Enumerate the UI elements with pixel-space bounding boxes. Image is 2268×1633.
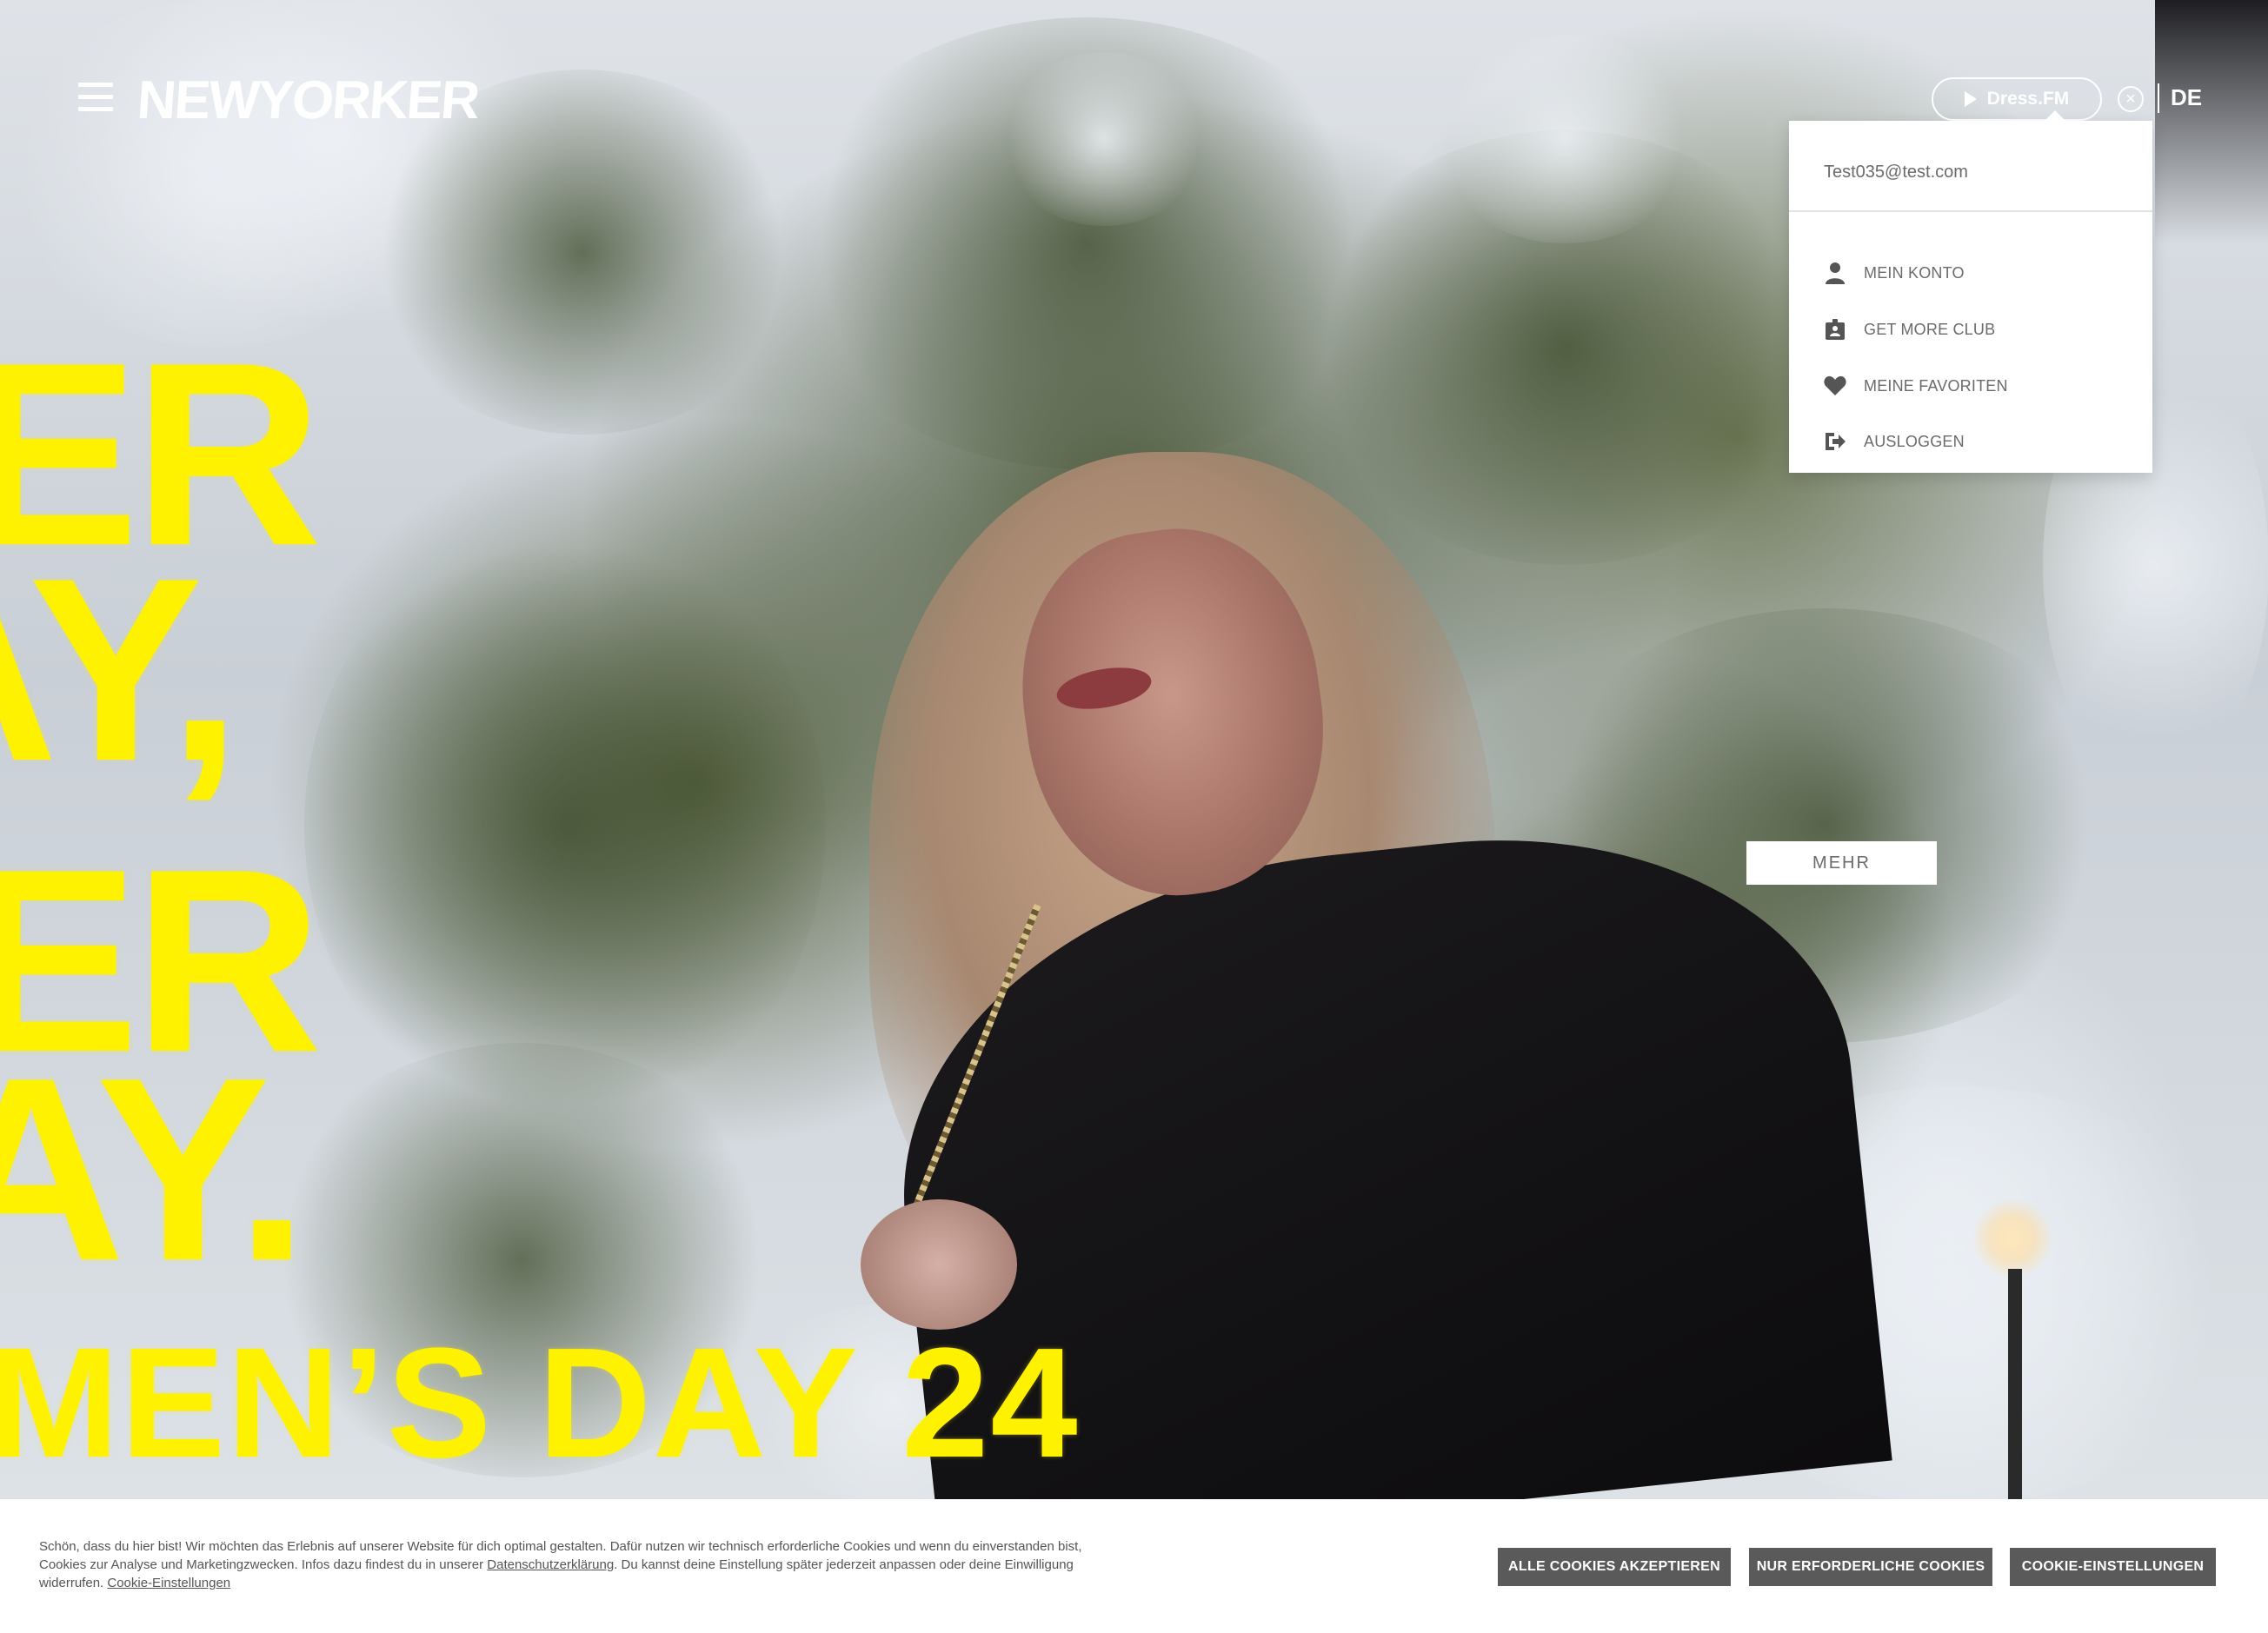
dropdown-caret: [2045, 110, 2065, 121]
street-lamp-light: [1973, 1199, 2052, 1278]
play-icon: [1964, 91, 1977, 107]
menu-item-label: GET MORE CLUB: [1864, 320, 1996, 338]
page: ER AY, ER /AY. OMEN’S DAY 24 NEWYORKER D…: [0, 0, 2268, 1633]
slogan-line-campaign: OMEN’S DAY 24: [0, 1316, 1080, 1490]
menu-item-label: MEINE FAVORITEN: [1864, 376, 2008, 395]
logout-icon: [1824, 430, 1846, 453]
menu-item-ausloggen[interactable]: AUSLOGGEN: [1824, 426, 2119, 457]
menu-item-meine-favoriten[interactable]: MEINE FAVORITEN: [1824, 370, 2119, 402]
sky-patch: [1434, 35, 1695, 243]
member-card-icon: [1824, 318, 1846, 341]
street-lamp-post: [2008, 1269, 2022, 1499]
menu-item-label: MEIN KONTO: [1864, 263, 1965, 282]
close-icon[interactable]: ×: [2118, 86, 2144, 112]
menu-item-label: AUSLOGGEN: [1864, 432, 1965, 450]
privacy-policy-link[interactable]: Datenschutzerklärung: [487, 1557, 614, 1572]
user-icon: [1824, 262, 1846, 284]
header-divider: [2158, 83, 2159, 113]
tree-foliage: [304, 521, 826, 1130]
dropdown-divider: [1789, 210, 2152, 212]
dark-corner: [2155, 0, 2268, 243]
slogan-line: AY,: [0, 523, 241, 815]
dress-fm-label: Dress.FM: [1986, 89, 2070, 109]
sky-patch: [1000, 52, 1208, 226]
model-hand: [861, 1199, 1017, 1330]
slogan-line: /AY.: [0, 1023, 309, 1315]
account-dropdown: Test035@test.com MEIN KONTO GET MORE CLU…: [1789, 110, 2152, 473]
cookie-settings-link[interactable]: Cookie-Einstellungen: [107, 1576, 230, 1590]
cookie-notice-text: Schön, dass du hier bist! Wir möchten da…: [39, 1537, 1082, 1592]
accept-all-cookies-button[interactable]: ALLE COOKIES AKZEPTIEREN: [1498, 1548, 1731, 1586]
menu-item-get-more-club[interactable]: GET MORE CLUB: [1824, 314, 2119, 345]
account-email: Test035@test.com: [1824, 163, 1968, 182]
cookie-banner: Schön, dass du hier bist! Wir möchten da…: [0, 1499, 2268, 1633]
mehr-button[interactable]: MEHR: [1746, 841, 1937, 885]
newyorker-logo[interactable]: NEWYORKER: [136, 70, 481, 131]
required-cookies-only-button[interactable]: NUR ERFORDERLICHE COOKIES: [1749, 1548, 1992, 1586]
language-selector[interactable]: DE: [2171, 84, 2202, 111]
cookie-settings-button[interactable]: COOKIE-EINSTELLUNGEN: [2010, 1548, 2216, 1586]
menu-item-mein-konto[interactable]: MEIN KONTO: [1824, 257, 2119, 289]
heart-icon: [1824, 375, 1846, 397]
sky-patch: [0, 0, 435, 348]
hamburger-menu-icon[interactable]: [78, 83, 113, 112]
dress-fm-button[interactable]: Dress.FM: [1932, 77, 2102, 121]
